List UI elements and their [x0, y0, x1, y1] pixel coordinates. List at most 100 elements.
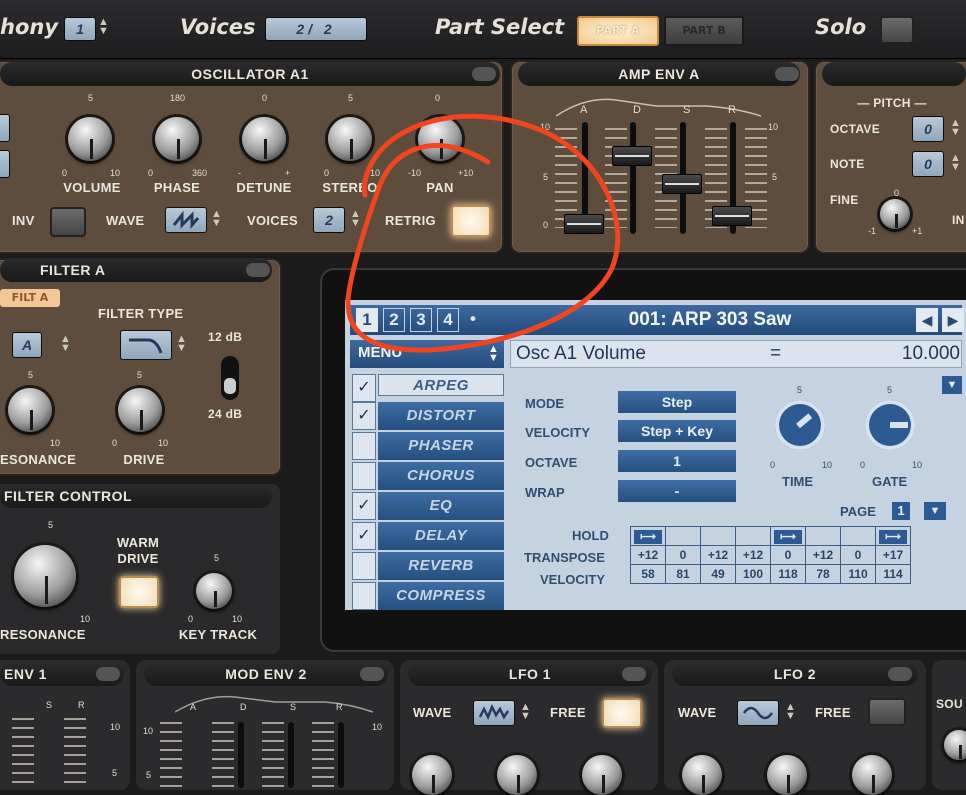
sustain-fader[interactable]	[662, 174, 702, 194]
fx-check-reverb[interactable]	[352, 552, 376, 580]
part-a-button[interactable]: PART A	[577, 16, 659, 46]
transpose-cell[interactable]: 0	[665, 545, 701, 565]
note-stepper[interactable]: ▲ ▼	[950, 153, 961, 173]
fx-check-arpeg[interactable]: ✓	[352, 374, 376, 402]
fx-item-phaser[interactable]: PHASER	[378, 432, 504, 460]
octave-field[interactable]: 0	[912, 116, 944, 142]
phase-knob[interactable]	[155, 117, 199, 161]
velocity-field[interactable]: Step + Key	[618, 420, 736, 442]
time-knob[interactable]	[775, 400, 825, 450]
velocity-cell[interactable]: 110	[840, 564, 876, 584]
filter-mode-stepper[interactable]: ▲ ▼	[60, 334, 71, 354]
filter-type-selector[interactable]	[120, 330, 172, 360]
decay-fader[interactable]	[612, 146, 652, 166]
velocity-cell[interactable]: 58	[630, 564, 666, 584]
detune-knob[interactable]	[242, 117, 286, 161]
fx-check-delay[interactable]: ✓	[352, 522, 376, 550]
retrig-button[interactable]	[451, 205, 491, 237]
patch-name[interactable]: 001: ARP 303 Saw	[560, 307, 860, 333]
fc-resonance-knob[interactable]	[14, 545, 76, 607]
modenv2-menu-icon[interactable]	[360, 667, 384, 681]
patch-prev-button[interactable]: ◀	[916, 308, 938, 332]
fine-knob[interactable]	[880, 199, 910, 229]
osc-voices-field[interactable]: 2	[313, 207, 345, 233]
lfo2-free-button[interactable]	[868, 698, 906, 726]
fx-check-compress[interactable]	[352, 582, 376, 610]
drive-knob[interactable]	[118, 388, 162, 432]
velocity-cell[interactable]: 118	[770, 564, 806, 584]
oscillator-menu-icon[interactable]	[472, 67, 496, 81]
page-field[interactable]: 1	[892, 502, 910, 520]
transpose-cell[interactable]: +12	[805, 545, 841, 565]
release-fader[interactable]	[712, 206, 752, 226]
page-dropdown[interactable]: ▼	[924, 502, 946, 520]
transpose-cell[interactable]: +12	[735, 545, 771, 565]
wrap-field[interactable]: -	[618, 480, 736, 502]
transpose-cell[interactable]: 0	[770, 545, 806, 565]
volume-knob[interactable]	[68, 117, 112, 161]
lfo1-menu-icon[interactable]	[622, 667, 646, 681]
octave-stepper[interactable]: ▲ ▼	[950, 118, 961, 138]
attack-fader[interactable]	[564, 214, 604, 234]
fx-item-chorus[interactable]: CHORUS	[378, 462, 504, 490]
osc-left-field-2[interactable]	[0, 150, 10, 178]
fx-item-compress[interactable]: COMPRESS	[378, 582, 504, 610]
gate-knob[interactable]	[865, 400, 915, 450]
solo-button[interactable]	[880, 16, 914, 44]
velocity-cell[interactable]: 78	[805, 564, 841, 584]
display-page-4[interactable]: 4	[437, 308, 459, 332]
filt-a-badge[interactable]: FILT A	[0, 289, 60, 307]
filter-type-stepper[interactable]: ▲ ▼	[176, 334, 187, 354]
hold-cell[interactable]	[700, 526, 736, 546]
mode-field[interactable]: Step	[618, 391, 736, 413]
osc-left-field-1[interactable]	[0, 114, 10, 142]
velocity-cell[interactable]: 81	[665, 564, 701, 584]
transpose-cell[interactable]: +17	[875, 545, 911, 565]
env1-menu-icon[interactable]	[96, 667, 120, 681]
osc-wave-selector[interactable]	[165, 207, 207, 233]
note-field[interactable]: 0	[912, 151, 944, 177]
fx-check-chorus[interactable]	[352, 462, 376, 490]
menu-dropdown[interactable]: MENU ▲ ▼	[350, 340, 504, 368]
wave-stepper[interactable]: ▲ ▼	[211, 209, 222, 229]
voices-field[interactable]: 2/ 2	[265, 17, 367, 41]
filter-resonance-knob[interactable]	[8, 388, 52, 432]
fx-item-distort[interactable]: DISTORT	[378, 402, 504, 430]
polyphony-field[interactable]: 1	[64, 17, 96, 41]
filter-mode-field[interactable]: A	[12, 332, 42, 358]
hold-cell[interactable]: ⟼	[630, 526, 666, 546]
display-page-2[interactable]: 2	[383, 308, 405, 332]
lfo2-knob-3[interactable]	[852, 755, 892, 795]
slope-switch[interactable]	[221, 356, 239, 400]
amp-env-menu-icon[interactable]	[775, 67, 799, 81]
filter-menu-icon[interactable]	[246, 263, 270, 277]
fx-item-arpeg[interactable]: ARPEG	[378, 374, 504, 396]
lfo2-knob-2[interactable]	[767, 755, 807, 795]
hold-cell[interactable]	[840, 526, 876, 546]
fx-check-eq[interactable]: ✓	[352, 492, 376, 520]
velocity-cell[interactable]: 100	[735, 564, 771, 584]
stereo-knob[interactable]	[328, 117, 372, 161]
lfo1-free-button[interactable]	[602, 698, 642, 728]
transpose-cell[interactable]: 0	[840, 545, 876, 565]
inv-button[interactable]	[50, 207, 86, 237]
velocity-cell[interactable]: 114	[875, 564, 911, 584]
source-knob[interactable]	[944, 730, 966, 760]
part-b-button[interactable]: PART B	[664, 16, 744, 46]
key-track-knob[interactable]	[196, 573, 232, 609]
fx-item-delay[interactable]: DELAY	[378, 522, 504, 550]
lfo1-wave-selector[interactable]	[473, 700, 515, 726]
display-page-1[interactable]: 1	[356, 308, 378, 332]
lfo2-wave-stepper[interactable]: ▲ ▼	[785, 702, 796, 722]
fx-check-phaser[interactable]	[352, 432, 376, 460]
transpose-cell[interactable]: +12	[630, 545, 666, 565]
lfo2-menu-icon[interactable]	[888, 667, 912, 681]
display-page-dot[interactable]: •	[462, 308, 484, 332]
lfo1-knob-3[interactable]	[582, 755, 622, 795]
pan-knob[interactable]	[418, 117, 462, 161]
polyphony-stepper[interactable]: ▲ ▼	[98, 17, 109, 37]
fx-item-reverb[interactable]: REVERB	[378, 552, 504, 580]
osc-voices-stepper[interactable]: ▲ ▼	[350, 209, 361, 229]
hold-cell[interactable]: ⟼	[875, 526, 911, 546]
lfo1-knob-1[interactable]	[412, 755, 452, 795]
